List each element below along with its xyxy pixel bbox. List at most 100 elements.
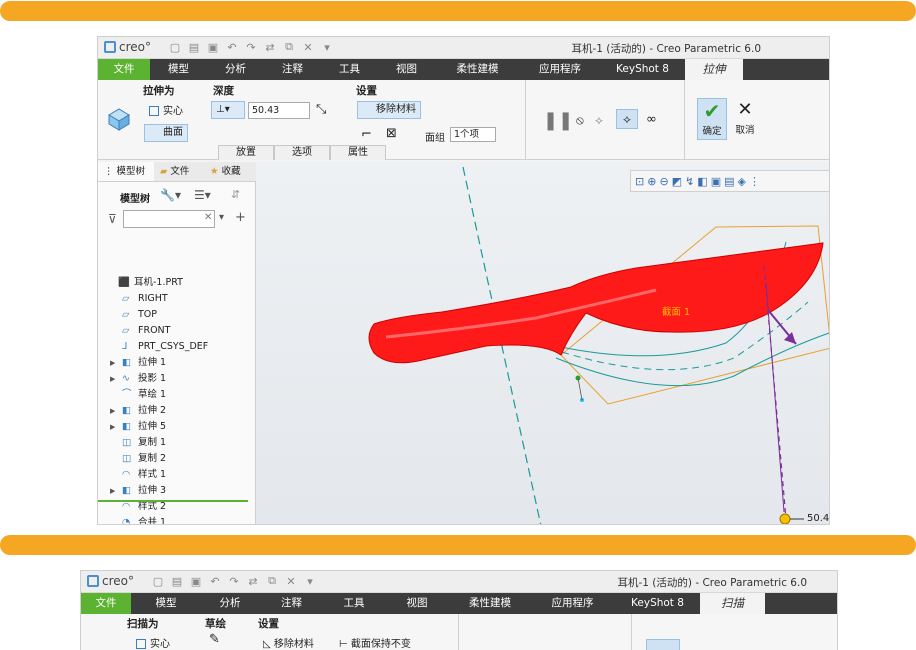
redo-icon[interactable]: ↷ bbox=[244, 40, 258, 54]
tree-item[interactable]: ◔ 合并 1 bbox=[98, 515, 166, 524]
menu-extrude-tab[interactable]: 拉伸 bbox=[685, 59, 743, 80]
solid-option[interactable]: 实心 bbox=[136, 635, 170, 650]
regenerate-icon[interactable]: ⇄ bbox=[246, 574, 260, 588]
remove-material-option[interactable]: ◺ 移除材料 bbox=[263, 635, 314, 650]
menu-annotate[interactable]: 注释 bbox=[259, 593, 324, 614]
depth-dimension-label[interactable]: 50.43 bbox=[807, 513, 829, 524]
tab-properties[interactable]: 属性 bbox=[330, 145, 386, 160]
menu-file[interactable]: 文件 bbox=[81, 593, 131, 614]
windows-icon[interactable]: ⧉ bbox=[265, 574, 279, 588]
expand-arrow-icon[interactable]: ▶ bbox=[110, 419, 122, 435]
windows-icon[interactable]: ⧉ bbox=[282, 40, 296, 54]
tree-item[interactable]: ▶ ◧ 拉伸 2 bbox=[98, 403, 166, 419]
tab-favorites[interactable]: ★ 收藏 bbox=[204, 162, 256, 181]
tree-filter-columns-icon[interactable]: ⇵ bbox=[231, 188, 240, 201]
menu-analysis[interactable]: 分析 bbox=[201, 593, 259, 614]
menu-tools[interactable]: 工具 bbox=[324, 593, 384, 614]
pause-icon[interactable]: ❚❚ bbox=[543, 110, 573, 131]
menu-view[interactable]: 视图 bbox=[378, 59, 435, 80]
solid-option[interactable]: 实心 bbox=[149, 102, 183, 117]
close-window-icon[interactable]: ✕ bbox=[284, 574, 298, 588]
new-file-icon[interactable]: ▢ bbox=[151, 574, 165, 588]
close-window-icon[interactable]: ✕ bbox=[301, 40, 315, 54]
new-file-icon[interactable]: ▢ bbox=[168, 40, 182, 54]
menu-model[interactable]: 模型 bbox=[131, 593, 201, 614]
quilt-collector[interactable]: 1个项 bbox=[450, 127, 496, 142]
constant-section-option[interactable]: ⊢ 截面保持不变 bbox=[339, 635, 411, 650]
tree-item[interactable]: ⌒ 草绘 1 bbox=[98, 387, 166, 403]
tree-settings-icon[interactable]: 🔧▾ bbox=[160, 188, 181, 202]
expand-arrow-icon[interactable]: ▶ bbox=[110, 371, 122, 387]
menu-model[interactable]: 模型 bbox=[150, 59, 207, 80]
expand-arrow-icon[interactable]: ▶ bbox=[110, 355, 122, 371]
cancel-button[interactable]: ✕ 取消 bbox=[732, 98, 758, 140]
thicken-sketch-icon[interactable]: ⌐ bbox=[361, 127, 372, 142]
menu-view[interactable]: 视图 bbox=[384, 593, 450, 614]
regenerate-icon[interactable]: ⇄ bbox=[263, 40, 277, 54]
tree-item[interactable]: ▶ ◧ 拉伸 1 bbox=[98, 355, 166, 371]
tree-item[interactable]: ◠ 样式 1 bbox=[98, 467, 166, 483]
confirm-button[interactable]: ✔ 确定 bbox=[697, 98, 727, 140]
tree-item[interactable]: ▶ ∿ 投影 1 bbox=[98, 371, 166, 387]
attached-preview-icon[interactable]: ⟡ bbox=[595, 113, 603, 128]
menu-file[interactable]: 文件 bbox=[98, 59, 150, 80]
tab-placement[interactable]: 放置 bbox=[218, 145, 274, 160]
sketch-pencil-icon[interactable]: ✎ bbox=[209, 632, 220, 647]
tree-item[interactable]: ▶ ◧ 拉伸 3 bbox=[98, 483, 166, 499]
menu-applications[interactable]: 应用程序 bbox=[530, 593, 615, 614]
expand-arrow-icon[interactable]: ▶ bbox=[110, 403, 122, 419]
show-options-icon[interactable]: ☰▾ bbox=[194, 188, 211, 202]
menu-flexible-modeling[interactable]: 柔性建模 bbox=[450, 593, 530, 614]
menu-annotate[interactable]: 注释 bbox=[264, 59, 321, 80]
tree-item[interactable]: ⅃ PRT_CSYS_DEF bbox=[98, 339, 208, 355]
tree-item[interactable]: ◫ 复制 1 bbox=[98, 435, 166, 451]
tab-files[interactable]: ▰ 文件 bbox=[154, 162, 204, 181]
flip-direction-icon[interactable]: ⤡ bbox=[316, 102, 326, 117]
customize-icon[interactable]: ▾ bbox=[303, 574, 317, 588]
depth-drag-handle[interactable] bbox=[779, 513, 791, 524]
sweep-ribbon: 扫描为 实心 草绘 ✎ 设置 ◺ 移除材料 ⊢ 截面保持不变 bbox=[81, 614, 837, 650]
tree-tab-icon: ⋮ bbox=[104, 166, 114, 177]
tree-item[interactable]: ◫ 复制 2 bbox=[98, 451, 166, 467]
tree-item[interactable]: ▶ ◧ 拉伸 5 bbox=[98, 419, 166, 435]
top-orange-separator bbox=[0, 1, 916, 21]
menu-tools[interactable]: 工具 bbox=[321, 59, 378, 80]
depth-value-input[interactable]: 50.43 bbox=[248, 102, 310, 119]
clear-search-icon[interactable]: ✕ bbox=[204, 212, 212, 223]
menu-keyshot[interactable]: KeyShot 8 bbox=[600, 59, 685, 80]
expand-arrow-icon[interactable]: ▶ bbox=[110, 483, 122, 499]
tree-item[interactable]: ▱ TOP bbox=[98, 307, 157, 323]
add-filter-icon[interactable]: + bbox=[235, 210, 246, 225]
undo-icon[interactable]: ↶ bbox=[208, 574, 222, 588]
tree-item[interactable]: ▱ FRONT bbox=[98, 323, 170, 339]
section-label[interactable]: 截面 1 bbox=[662, 304, 690, 318]
menu-sweep-tab[interactable]: 扫描 bbox=[700, 593, 765, 614]
open-file-icon[interactable]: ▤ bbox=[187, 40, 201, 54]
redo-icon[interactable]: ↷ bbox=[227, 574, 241, 588]
save-icon[interactable]: ▣ bbox=[189, 574, 203, 588]
depth-type-dropdown[interactable]: ⊥▾ bbox=[211, 101, 245, 119]
tree-search-input[interactable] bbox=[123, 210, 215, 228]
customize-icon[interactable]: ▾ bbox=[320, 40, 334, 54]
remove-material-button[interactable]: 移除材料 bbox=[357, 101, 421, 119]
confirm-button[interactable] bbox=[646, 639, 680, 650]
verify-glasses-icon[interactable]: ∞ bbox=[646, 112, 657, 127]
menu-analysis[interactable]: 分析 bbox=[207, 59, 264, 80]
search-dropdown-icon[interactable]: ▾ bbox=[219, 212, 224, 223]
no-preview-icon[interactable]: ⦸ bbox=[576, 113, 584, 128]
trim-quilt-icon[interactable]: ⊠ bbox=[386, 126, 397, 141]
menu-applications[interactable]: 应用程序 bbox=[520, 59, 600, 80]
save-icon[interactable]: ▣ bbox=[206, 40, 220, 54]
tree-item[interactable]: ⬛ 耳机-1.PRT bbox=[98, 275, 183, 291]
tree-item[interactable]: ▱ RIGHT bbox=[98, 291, 168, 307]
detached-preview-icon[interactable]: ⟡ bbox=[616, 109, 638, 129]
tab-model-tree[interactable]: ⋮ 模型树 bbox=[98, 162, 154, 181]
tab-options[interactable]: 选项 bbox=[274, 145, 330, 160]
undo-icon[interactable]: ↶ bbox=[225, 40, 239, 54]
menu-keyshot[interactable]: KeyShot 8 bbox=[615, 593, 700, 614]
menu-flexible-modeling[interactable]: 柔性建模 bbox=[435, 59, 520, 80]
graphics-viewport[interactable]: ⊡ ⊕ ⊖ ◩ ↯ ◧ ▣ ▤ ◈ ⋮ 截面 1 50.4 bbox=[256, 162, 829, 524]
surface-button[interactable]: 曲面 bbox=[144, 124, 188, 142]
direction-arrowhead-icon[interactable] bbox=[784, 332, 796, 344]
open-file-icon[interactable]: ▤ bbox=[170, 574, 184, 588]
